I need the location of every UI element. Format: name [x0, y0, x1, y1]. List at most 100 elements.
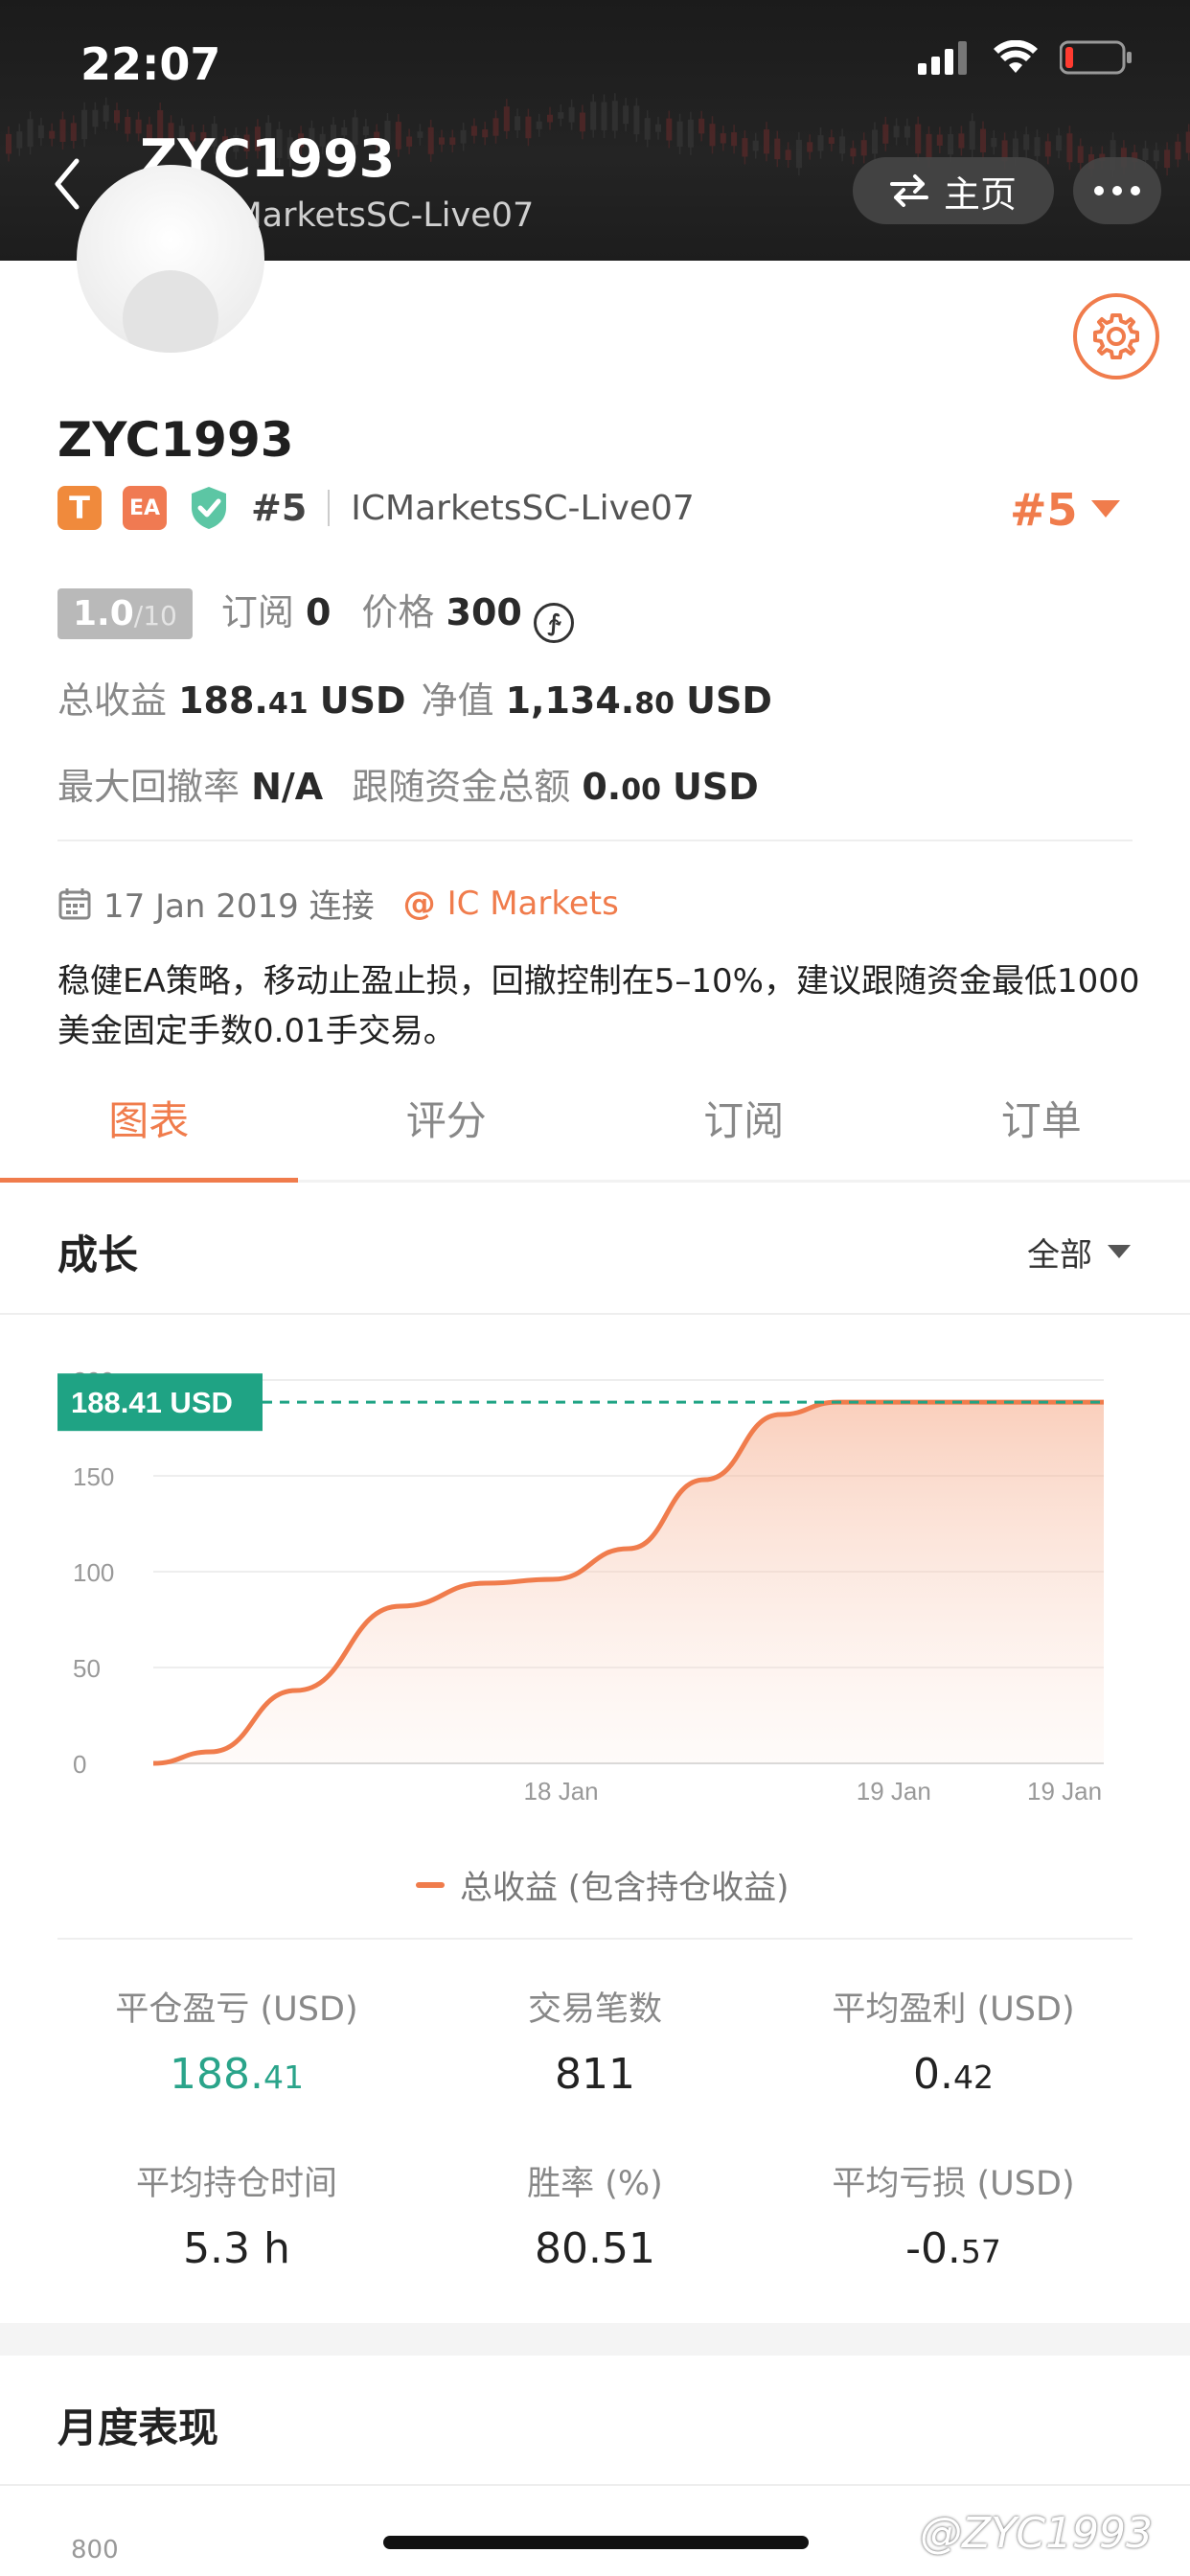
- candle-body: [1023, 134, 1030, 150]
- candle-body: [676, 121, 683, 148]
- chart-legend: 总收益 (包含持仓收益): [416, 1861, 789, 1908]
- rank-dropdown[interactable]: #5: [1010, 484, 1120, 536]
- candle-body: [1175, 141, 1181, 160]
- candle-body: [492, 118, 499, 136]
- candle-body: [969, 121, 975, 150]
- score-value: 1.0: [73, 594, 134, 633]
- status-icons: [918, 40, 1133, 75]
- candle-body: [1044, 141, 1051, 157]
- candle-body: [882, 124, 889, 144]
- price-value: 300: [446, 591, 522, 633]
- price-label: 价格: [361, 591, 435, 633]
- x-tick-label: 19 Jan: [1027, 1777, 1102, 1802]
- candle-body: [828, 137, 835, 144]
- gear-icon: [1093, 313, 1139, 359]
- candle-body: [633, 105, 640, 135]
- candle-body: [6, 133, 11, 154]
- home-indicator: [383, 2536, 809, 2549]
- stat-winrate: 胜率 (%) 80.51: [416, 2156, 774, 2273]
- profit-row: 总收益 188. 41 USD 净值 1,134. 80 USD: [57, 671, 772, 724]
- drawdown-row: 最大回撤率 N/A 跟随资金总额 0. 00 USD: [57, 757, 759, 810]
- candle-body: [731, 132, 738, 147]
- candle-body: [904, 126, 910, 138]
- broker-name: IC Markets: [446, 884, 619, 923]
- more-button[interactable]: [1073, 157, 1161, 224]
- candle-body: [860, 140, 867, 156]
- stat-avg-hold: 平均持仓时间 5.3 h: [57, 2156, 416, 2273]
- candle-body: [785, 150, 791, 161]
- ea-badge: EA: [123, 486, 167, 530]
- rank-dropdown-label: #5: [1010, 484, 1078, 536]
- stat-avg-profit: 平均盈利 (USD) 0.42: [774, 1982, 1133, 2099]
- home-button-label: 主页: [943, 172, 1017, 216]
- candle-body: [49, 130, 56, 139]
- follow-label: 跟随资金总额: [352, 766, 571, 808]
- x-tick-label: 18 Jan: [524, 1777, 599, 1802]
- equity-int: 1,134.: [505, 679, 635, 722]
- follow-int: 0.: [582, 766, 622, 808]
- legend-label: 总收益 (包含持仓收益): [460, 1869, 790, 1907]
- candle-body: [666, 118, 673, 141]
- candle-body: [525, 116, 532, 139]
- candle-body: [611, 101, 618, 131]
- total-profit-dec: 41: [267, 687, 309, 721]
- stat-label: 平均持仓时间: [135, 2165, 337, 2203]
- rank-label: #5: [251, 487, 308, 529]
- candle-body: [515, 116, 521, 131]
- tab-rating[interactable]: 评分: [298, 1083, 596, 1180]
- candle-body: [590, 102, 597, 130]
- candle-body: [709, 124, 716, 147]
- score-max: /10: [133, 600, 177, 632]
- status-time: 22:07: [80, 38, 221, 90]
- candle-body: [37, 125, 44, 139]
- avatar[interactable]: [77, 165, 264, 353]
- candle-body: [1164, 150, 1171, 169]
- divider: [57, 840, 1133, 841]
- stat-value: 811: [555, 2050, 635, 2099]
- candle-body: [568, 106, 575, 123]
- candle-body: [1142, 148, 1149, 161]
- candle-body: [439, 137, 445, 145]
- candle-body: [395, 122, 401, 150]
- candle-body: [936, 134, 943, 146]
- candle-body: [623, 105, 629, 125]
- candle-body: [698, 118, 705, 134]
- server-label: ICMarketsSC-Live07: [351, 488, 695, 528]
- home-button[interactable]: 主页: [853, 157, 1054, 224]
- settings-button[interactable]: [1073, 293, 1159, 380]
- drawdown-label: 最大回撤率: [57, 766, 240, 808]
- candle-body: [27, 119, 34, 148]
- tab-subscription[interactable]: 订阅: [595, 1083, 893, 1180]
- candle-body: [1077, 146, 1084, 163]
- candle-body: [417, 131, 423, 138]
- tab-orders[interactable]: 订单: [893, 1083, 1190, 1180]
- badge-row: T EA #5 ICMarketsSC-Live07: [57, 485, 695, 531]
- growth-chart: 050100150200 18 Jan19 Jan19 Jan 188.41 U…: [57, 1367, 1104, 1802]
- divider: [57, 1938, 1133, 1940]
- candle-body: [103, 104, 109, 122]
- candle-body: [980, 128, 986, 152]
- stat-value: -0.57: [905, 2224, 1001, 2273]
- subscribe-label: 订阅: [220, 591, 294, 633]
- tab-chart[interactable]: 图表: [0, 1083, 298, 1183]
- stat-label: 平均盈利 (USD): [832, 1990, 1075, 2029]
- candle-body: [807, 142, 813, 152]
- growth-title: 成长: [57, 1231, 139, 1278]
- back-icon[interactable]: [50, 155, 88, 213]
- y-tick-label: 0: [73, 1750, 86, 1779]
- at-icon: @: [402, 884, 436, 923]
- strategy-description: 稳健EA策略，移动止盈止损，回撤控制在5–10%，建议跟随资金最低1000美金固…: [57, 962, 1140, 1050]
- swap-icon: [889, 174, 928, 207]
- stat-label: 平均亏损 (USD): [832, 2165, 1075, 2203]
- candle-body: [547, 114, 553, 123]
- candle-body: [752, 140, 759, 151]
- candle-body: [991, 137, 997, 148]
- growth-area: [153, 1402, 1104, 1763]
- broker-link[interactable]: @ IC Markets: [403, 885, 619, 923]
- candle-body: [70, 123, 77, 142]
- wifi-icon: [994, 40, 1038, 73]
- triangle-down-icon: [1108, 1244, 1131, 1258]
- candle-body: [449, 137, 456, 146]
- candle-body: [601, 102, 607, 131]
- range-filter[interactable]: 全部: [1027, 1229, 1131, 1276]
